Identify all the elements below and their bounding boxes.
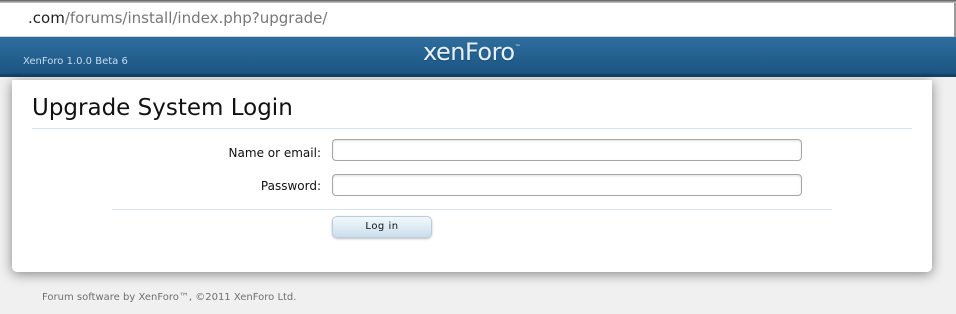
login-panel: Upgrade System Login Name or email: Pass…: [12, 80, 932, 272]
url-text[interactable]: .com/forums/install/index.php?upgrade/: [28, 9, 327, 27]
site-header: XenForo 1.0.0 Beta 6 xenForo™: [0, 37, 956, 77]
browser-address-bar[interactable]: .com/forums/install/index.php?upgrade/: [0, 0, 956, 37]
password-field[interactable]: [332, 174, 802, 196]
window-top-edge: [0, 0, 956, 3]
footer-copyright: Forum software by XenForo™, ©2011 XenFor…: [42, 292, 297, 303]
login-button[interactable]: Log in: [332, 216, 432, 238]
url-path: /forums/install/index.php?upgrade/: [64, 9, 328, 27]
logo-trademark: ™: [514, 44, 521, 51]
version-label: XenForo 1.0.0 Beta 6: [23, 56, 128, 67]
name-email-field[interactable]: [332, 139, 802, 161]
password-label: Password:: [260, 179, 321, 193]
xenforo-logo: xenForo™: [423, 38, 521, 66]
title-divider: [32, 128, 912, 129]
page-title: Upgrade System Login: [32, 95, 293, 121]
url-domain: .com: [28, 9, 65, 27]
form-divider: [112, 209, 832, 210]
logo-text: xenForo: [423, 38, 515, 66]
name-email-label: Name or email:: [228, 146, 321, 160]
